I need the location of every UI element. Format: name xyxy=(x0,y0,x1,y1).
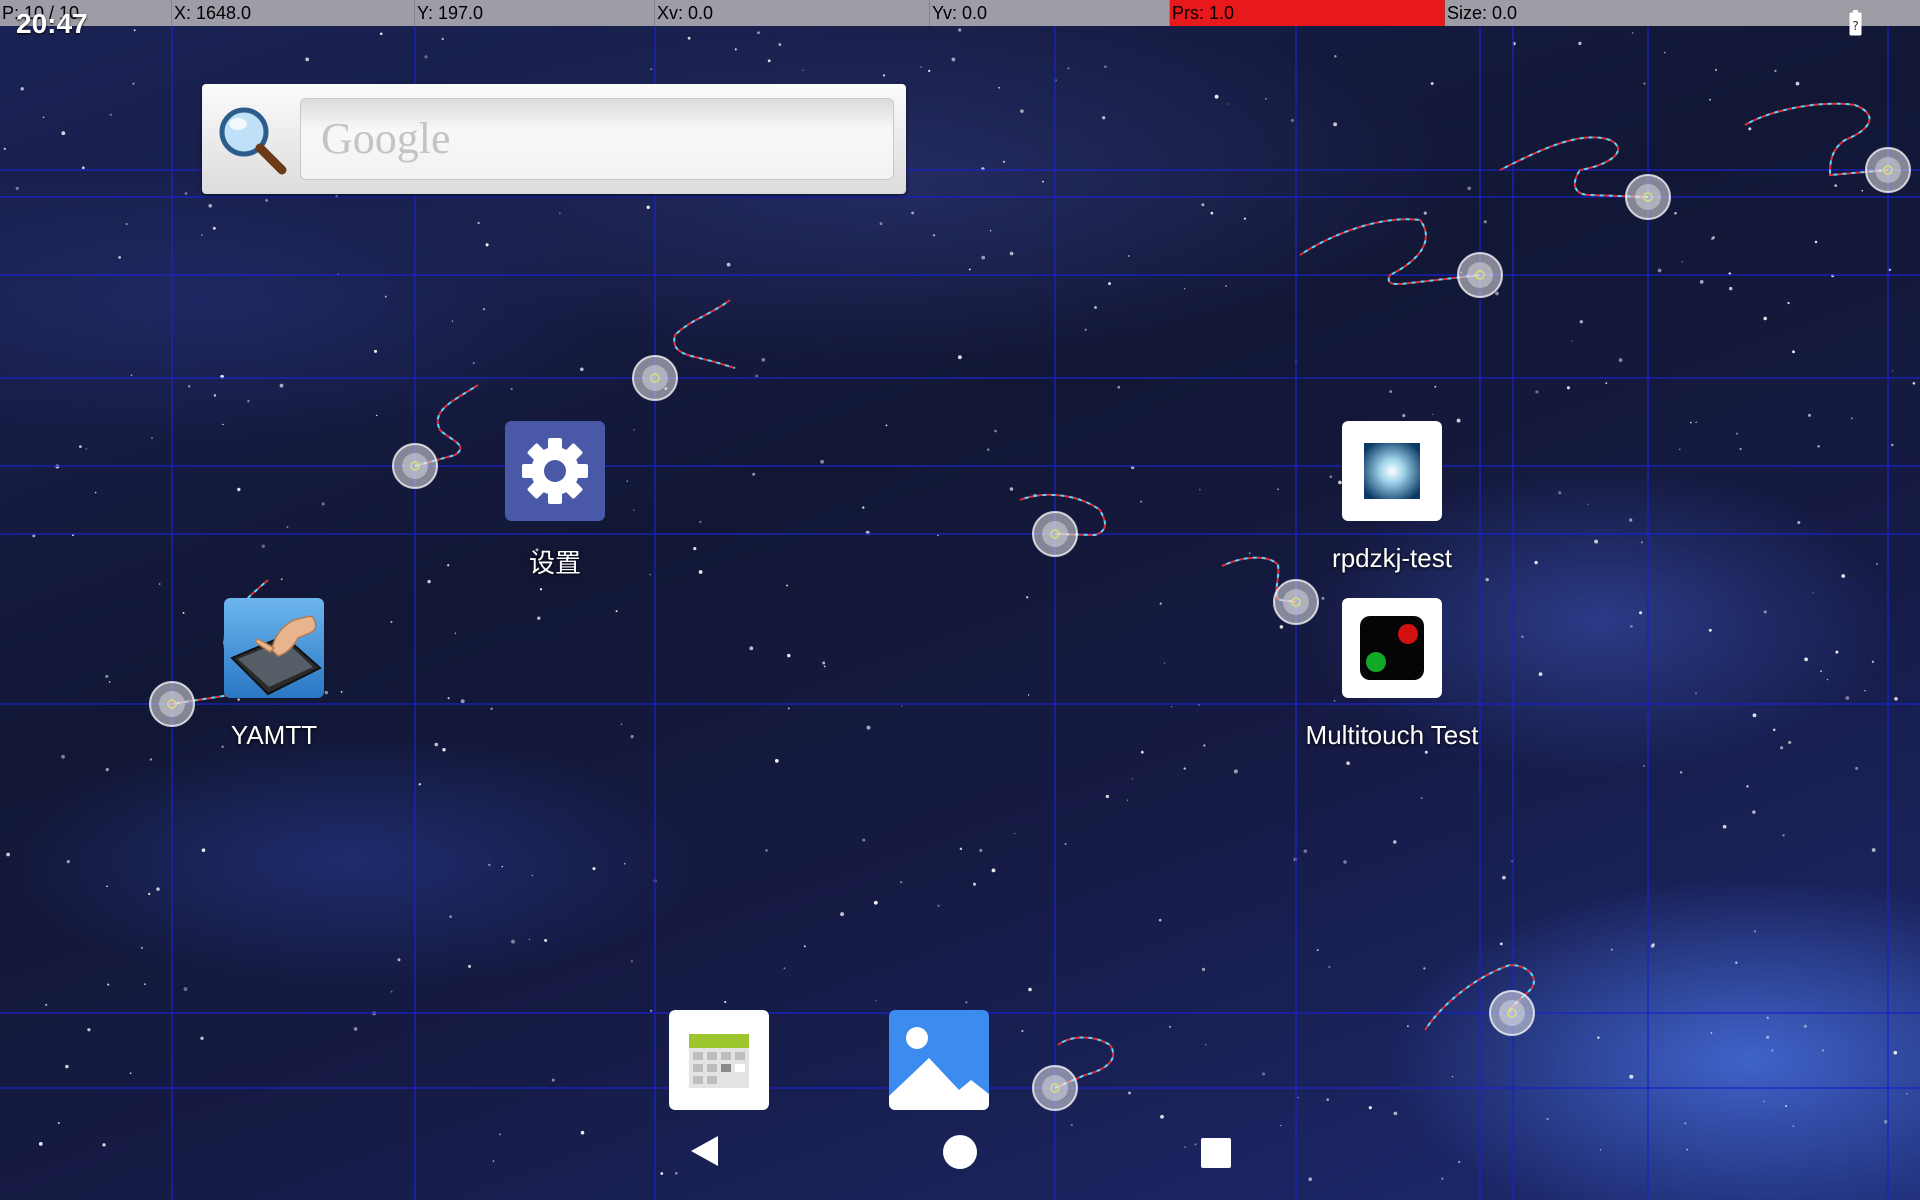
app-multitouch-test[interactable]: Multitouch Test xyxy=(1306,598,1478,758)
svg-text:?: ? xyxy=(1852,19,1858,33)
touch-trail xyxy=(1499,136,1649,198)
rpdzkj-test-icon[interactable] xyxy=(1342,421,1442,521)
touch-trail xyxy=(1499,136,1649,198)
pointer-pressure: Prs: 1.0 xyxy=(1170,0,1445,26)
touch-point-marker xyxy=(1032,1065,1078,1111)
gear-icon[interactable] xyxy=(505,421,605,521)
search-input[interactable]: Google xyxy=(300,98,894,180)
touch-point-marker xyxy=(1457,252,1503,298)
status-clock: 20:47 xyxy=(16,8,88,39)
pointer-x-velocity: Xv: 0.0 xyxy=(655,0,930,26)
battery-unknown-icon: ? xyxy=(1849,10,1862,36)
recents-icon[interactable] xyxy=(1201,1138,1231,1168)
pointer-y: Y: 197.0 xyxy=(415,0,655,26)
app-settings[interactable]: 设置 xyxy=(505,421,605,581)
home-icon[interactable] xyxy=(942,1134,978,1170)
app-label-rpdzkj-test: rpdzkj-test xyxy=(1332,543,1452,573)
calendar-icon[interactable] xyxy=(669,1010,769,1110)
app-yamtt[interactable]: YAMTT xyxy=(224,598,324,758)
app-label-yamtt: YAMTT xyxy=(230,720,318,750)
google-search-widget[interactable]: Google xyxy=(202,84,906,194)
back-icon[interactable] xyxy=(688,1134,722,1168)
app-label-settings: 设置 xyxy=(528,548,581,578)
touch-point-marker xyxy=(1489,990,1535,1036)
touch-point-marker xyxy=(1032,511,1078,557)
multitouch-dots-icon[interactable] xyxy=(1342,598,1442,698)
magnifier-icon[interactable] xyxy=(216,104,288,176)
touch-trail xyxy=(673,299,736,369)
app-label-multitouch-test: Multitouch Test xyxy=(1305,720,1479,750)
touch-point-marker xyxy=(632,355,678,401)
pointer-y-velocity: Yv: 0.0 xyxy=(930,0,1170,26)
touch-point-marker xyxy=(1865,147,1911,193)
tablet-touch-icon[interactable] xyxy=(224,598,324,698)
pointer-info-bar: P: 10 / 10 X: 1648.0 Y: 197.0 Xv: 0.0 Yv… xyxy=(0,0,1920,26)
app-rpdzkj-test[interactable]: rpdzkj-test xyxy=(1332,421,1452,581)
touch-point-marker xyxy=(392,443,438,489)
touch-point-marker xyxy=(1625,174,1671,220)
touch-trail xyxy=(673,299,736,369)
touch-point-marker xyxy=(1273,579,1319,625)
pointer-x: X: 1648.0 xyxy=(172,0,415,26)
gallery-icon[interactable] xyxy=(889,1010,989,1110)
